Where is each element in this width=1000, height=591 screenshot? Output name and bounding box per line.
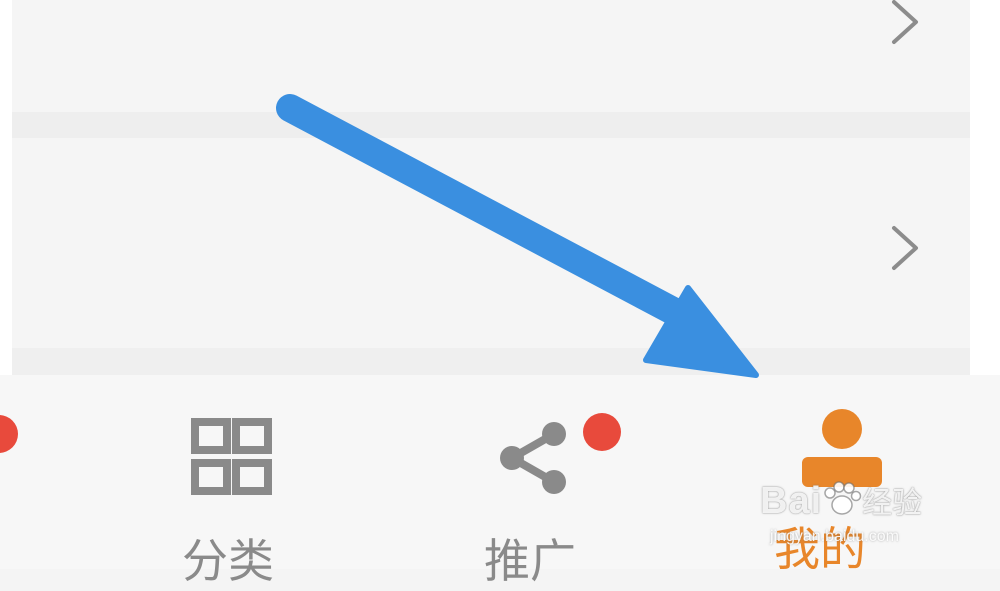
watermark-domain: jingyan.baidu.com: [770, 528, 899, 545]
paw-icon: [824, 481, 862, 515]
watermark-suffix: 经验: [862, 486, 923, 521]
chevron-right-icon: [892, 0, 918, 44]
right-edge-strip: [970, 0, 1000, 375]
list-divider: [12, 348, 970, 375]
chevron-right-icon: [892, 226, 918, 270]
list-divider: [12, 112, 970, 138]
baidu-watermark: Bai 经验: [760, 478, 922, 523]
list-item[interactable]: [12, 138, 970, 348]
tab-category-label: 分类: [182, 534, 274, 588]
grid-icon: [191, 418, 272, 495]
tab-category[interactable]: 分类: [170, 375, 300, 588]
tab-promote-label: 推广: [484, 534, 576, 588]
tab-promote[interactable]: 推广: [470, 375, 621, 588]
watermark-brand: Bai: [760, 480, 823, 522]
notification-badge: [583, 413, 621, 451]
tab-partial-left[interactable]: [0, 375, 20, 569]
notification-badge: [0, 415, 18, 453]
share-icon: [500, 422, 566, 494]
left-edge-strip: [0, 0, 12, 375]
list-item[interactable]: [12, 0, 970, 112]
